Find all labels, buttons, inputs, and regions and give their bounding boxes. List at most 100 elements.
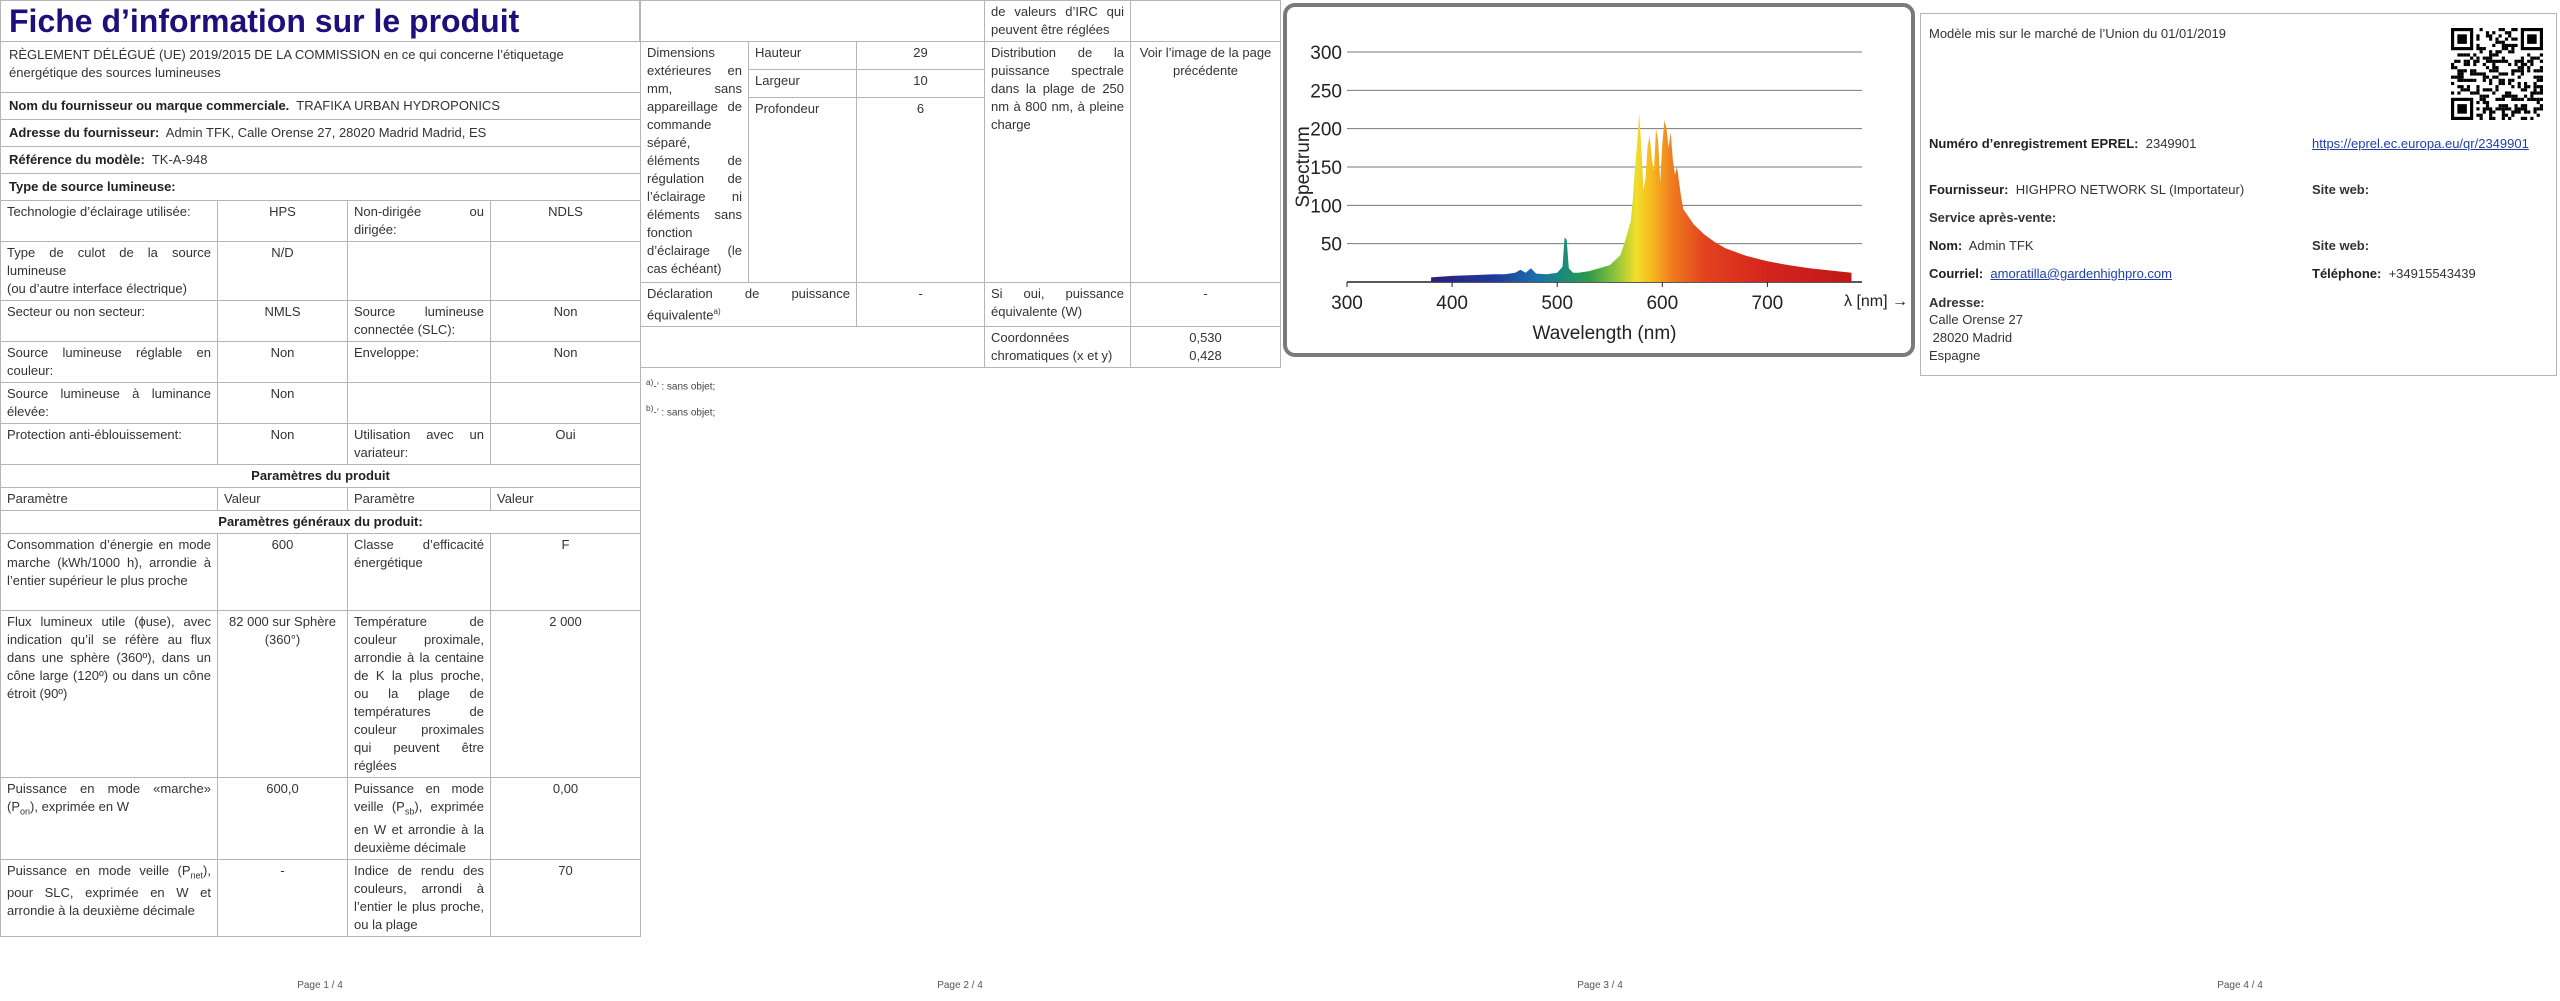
supplier-name-value: TRAFIKA URBAN HYDROPONICS: [296, 98, 500, 113]
row-label: Source lumineuse connectée (SLC):: [347, 300, 491, 342]
dim-value: 10: [855, 69, 986, 98]
spectrum-area: [1431, 112, 1852, 282]
data-point: [1630, 220, 1631, 221]
eprel-row: Numéro d’enregistrement EPREL: 2349901: [1929, 135, 2196, 153]
data-point: [1641, 147, 1642, 148]
row-label: Protection anti-éblouissement:: [0, 423, 218, 465]
y-tick-label: 50: [1321, 235, 1342, 256]
data-point: [1620, 255, 1621, 256]
data-point: [1704, 234, 1705, 235]
data-point: [1746, 255, 1747, 256]
page-1: Fiche d’information sur le produit RÈGLE…: [0, 0, 642, 1001]
supplier-address-label: Adresse du fournisseur:: [9, 125, 160, 140]
column-header: Paramètre: [0, 487, 218, 511]
table-row: Protection anti-éblouissement: Non Utili…: [0, 423, 642, 465]
data-point: [1664, 120, 1665, 121]
row-label: Type de culot de la source lumineuse (ou…: [0, 241, 218, 301]
equiv-label: Déclaration de puissance équivalentea): [640, 281, 857, 328]
product-info-table: RÈGLEMENT DÉLÉGUÉ (UE) 2019/2015 DE LA C…: [0, 41, 642, 937]
row-label: Secteur ou non secteur:: [0, 300, 218, 342]
row-value: [489, 241, 642, 301]
column-header: Valeur: [489, 487, 642, 511]
column-header: Valeur: [217, 487, 348, 511]
table-row: Flux lumineux utile (ɸuse), avec indicat…: [0, 610, 642, 778]
data-point: [1557, 272, 1558, 273]
data-point: [1693, 224, 1694, 225]
page-4: Modèle mis sur le marché de l’Union du 0…: [1920, 0, 2560, 1001]
data-point: [1564, 237, 1565, 238]
y-tick-label: 300: [1310, 43, 1342, 64]
supplier-value: HIGHPRO NETWORK SL (Importateur): [2015, 182, 2245, 197]
x-tick-label: 300: [1331, 293, 1363, 314]
email-row: Courriel: amoratilla@gardenhighpro.com: [1929, 265, 2172, 283]
data-point: [1572, 272, 1573, 273]
param-label: Puissance en mode veille (Pnet), pour SL…: [0, 858, 218, 937]
dim-label: Profondeur: [748, 97, 857, 283]
equiv-value: -: [855, 281, 986, 328]
email-link[interactable]: amoratilla@gardenhighpro.com: [1990, 266, 2172, 281]
y-tick-label: 100: [1310, 196, 1342, 217]
table-row: Source lumineuse réglable en couleur: No…: [0, 341, 642, 383]
param-value: -: [217, 858, 348, 937]
table-row: Puissance en mode «marche» (Pon), exprim…: [0, 777, 642, 860]
data-point: [1681, 197, 1682, 198]
eprel-link[interactable]: https://eprel.ec.europa.eu/qr/2349901: [2312, 135, 2547, 153]
data-point: [1851, 272, 1852, 273]
data-point: [1645, 178, 1646, 179]
row-label: Non-dirigée ou dirigée:: [347, 200, 491, 242]
param-label: Puissance en mode «marche» (Pon), exprim…: [0, 777, 218, 860]
table-row: Technologie d’éclairage utilisée: HPS No…: [0, 200, 642, 242]
row-value: Non: [489, 300, 642, 342]
x-tick-label: 400: [1436, 293, 1468, 314]
equiv-w-value: -: [1130, 281, 1282, 328]
page-title: Fiche d’information sur le produit: [0, 0, 640, 41]
table-row: Secteur ou non secteur: NMLS Source lumi…: [0, 300, 642, 342]
row-label: Technologie d’éclairage utilisée:: [0, 200, 218, 242]
data-point: [1562, 266, 1563, 267]
equiv-w-label: Si oui, puissance équivalente (W): [984, 281, 1132, 328]
data-point: [1609, 265, 1610, 266]
data-point: [1643, 189, 1644, 190]
x-axis-end-label: λ [nm] →: [1844, 293, 1908, 310]
page-footer: Page 4 / 4: [2217, 980, 2263, 991]
data-point: [1649, 136, 1650, 137]
row-label: [347, 382, 491, 424]
dim-label: Hauteur: [748, 41, 857, 70]
eprel-number: 2349901: [2145, 136, 2197, 151]
param-value: 600,0: [217, 777, 348, 860]
address-line: Calle Orense 27: [1929, 312, 2023, 327]
phone-label: Téléphone:: [2312, 266, 2382, 281]
data-point: [1676, 166, 1677, 167]
table-row: Source lumineuse à luminance élevée: Non: [0, 382, 642, 424]
page-3: 50 100 150 200 250 300 300 400 500 600 700 λ [nm] →…: [1280, 0, 1920, 1001]
param-value: F: [489, 533, 642, 611]
address-line: 28020 Madrid: [1929, 330, 2013, 345]
y-tick-label: 250: [1310, 81, 1342, 102]
address-line: Espagne: [1929, 348, 1981, 363]
row-value: NDLS: [489, 200, 642, 242]
data-point: [1536, 273, 1537, 274]
data-point: [1566, 239, 1567, 240]
empty-cell: [639, 0, 986, 42]
data-point: [1651, 159, 1652, 160]
data-point: [1670, 132, 1671, 133]
row-value: NMLS: [217, 300, 348, 342]
supplier-info-box: Modèle mis sur le marché de l’Union du 0…: [1920, 13, 2557, 376]
data-point: [1679, 182, 1680, 183]
param-label: Consommation d’énergie en mode marche (k…: [0, 533, 218, 611]
source-type-label: Type de source lumineuse:: [0, 173, 642, 201]
page-footer: Page 1 / 4: [297, 980, 343, 991]
param-label: Flux lumineux utile (ɸuse), avec indicat…: [0, 610, 218, 778]
data-point: [1525, 272, 1526, 273]
param-label: Puissance en mode veille (Psb), exprimée…: [347, 777, 491, 860]
data-point: [1625, 239, 1626, 240]
data-point: [1530, 268, 1531, 269]
dim-value: 6: [855, 97, 986, 283]
spd-value: Voir l’image de la page précédente: [1130, 41, 1282, 283]
row-label: [347, 241, 491, 301]
param-label: Classe d’efficacité énergétique: [347, 533, 491, 611]
data-point: [1658, 140, 1659, 141]
data-point: [1632, 197, 1633, 198]
data-point: [1599, 268, 1600, 269]
row-label: Utilisation avec un variateur:: [347, 423, 491, 465]
